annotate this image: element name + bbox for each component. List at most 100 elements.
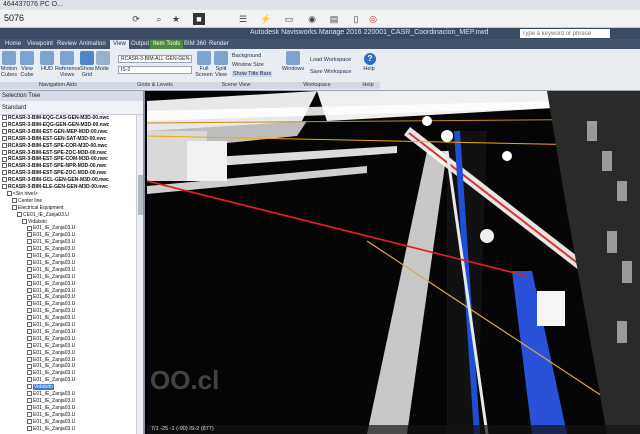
tree-node-icon[interactable] xyxy=(2,122,7,128)
tree-row[interactable]: Vidalsito xyxy=(22,219,47,226)
tree-row[interactable]: RCASR-3-BIM-ELE-GEN-GEN-M3D-00.nwc xyxy=(2,184,108,191)
tree-row[interactable]: E01_IE_Zanja03.U xyxy=(27,329,75,336)
tree-node-icon[interactable] xyxy=(27,266,32,272)
tree-row[interactable]: E01_IE_Zanja03.U xyxy=(27,288,75,295)
tab-view[interactable]: View xyxy=(110,40,129,49)
url-text[interactable]: 5076 xyxy=(4,13,24,23)
tree-node-icon[interactable] xyxy=(27,301,32,307)
tree-row[interactable]: RCASR-3-BIM-EST-GEN-SAT-M3D-00.nwc xyxy=(2,136,106,143)
tree-row[interactable]: E01_IE_Zanja03.U xyxy=(27,260,75,267)
extension-icon[interactable]: ■ xyxy=(193,13,205,25)
tree-node-icon[interactable] xyxy=(27,404,32,410)
tree-row[interactable]: E01_IE_Zanja03.U xyxy=(27,315,75,322)
load-workspace-button[interactable]: Load Workspace xyxy=(310,57,351,63)
tree-row[interactable]: E01_IE_Zanja03.U xyxy=(27,350,75,357)
tree-node-icon[interactable] xyxy=(27,391,32,397)
chat-icon[interactable]: ☰ xyxy=(237,13,249,25)
star-icon[interactable]: ★ xyxy=(170,13,182,25)
refresh-icon[interactable]: ⟳ xyxy=(130,13,142,25)
motion-cubes-icon[interactable] xyxy=(2,51,16,65)
tree-node-icon[interactable] xyxy=(27,342,32,348)
tree-row[interactable]: Vidalsito xyxy=(27,384,54,391)
tree-row[interactable]: E01_IE_Zanja03.U xyxy=(27,370,75,377)
tree-row[interactable]: RCASR-3-BIM-EST-SPE-NPR-M3D-00.nwc xyxy=(2,163,107,170)
tree-row[interactable]: E01_IE_Zanja03.U xyxy=(27,253,75,260)
tree-node-icon[interactable] xyxy=(27,411,32,417)
3d-viewport[interactable] xyxy=(147,91,640,434)
tree-node-icon[interactable] xyxy=(27,349,32,355)
tab-item-tools[interactable]: Item Tools xyxy=(150,40,184,49)
tree-node-icon[interactable] xyxy=(27,232,32,238)
tree-node-icon[interactable] xyxy=(2,135,7,141)
tree-row[interactable]: E01_IE_Zanja03.U xyxy=(27,232,75,239)
tree-node-icon[interactable] xyxy=(27,377,32,383)
tree-row[interactable]: E01_IE_Zanja03.U xyxy=(27,294,75,301)
tree-row[interactable]: RCASR-3-BIM-EST-SPE-COR-M3D-00.nwc xyxy=(2,143,107,150)
tree-node-icon[interactable] xyxy=(2,149,7,155)
tree-row[interactable]: E01_IE_Zanja03.U xyxy=(27,357,75,364)
tree-node-icon[interactable] xyxy=(27,335,32,341)
tree-node-icon[interactable] xyxy=(27,253,32,259)
tree-row[interactable]: RCASR-3-BIM-EST-GEN-MEP-M3D-00.nwc xyxy=(2,129,108,136)
tree-row[interactable]: E01_IE_Zanja03.U xyxy=(27,301,75,308)
search-icon[interactable]: ⌕ xyxy=(153,13,165,25)
tree-node-icon[interactable] xyxy=(2,177,7,183)
mode-icon[interactable] xyxy=(96,51,110,65)
tab-animation[interactable]: Animation xyxy=(76,40,109,49)
help-icon[interactable]: ? xyxy=(364,53,376,65)
tree-node-icon[interactable] xyxy=(27,260,32,266)
tree-node-icon[interactable] xyxy=(27,315,32,321)
tree-node-icon[interactable] xyxy=(27,398,32,404)
tablet-icon[interactable]: ▯ xyxy=(350,13,362,25)
tree-node-icon[interactable] xyxy=(27,246,32,252)
tab-render[interactable]: Render xyxy=(206,40,232,49)
reference-views-icon[interactable] xyxy=(60,51,74,65)
tree-node-icon[interactable] xyxy=(2,128,7,134)
tree-row[interactable]: RCASR-3-BIM-EQG-GEN-GEN-M3D-00.nwc xyxy=(2,122,109,129)
tree-node-icon[interactable] xyxy=(27,356,32,362)
tree-row[interactable]: RCASR-3-BIM-EST-SPE-ZOC-M3D-00.nwc xyxy=(2,150,107,157)
tree-row[interactable]: <Sin nivel> xyxy=(7,191,38,198)
tree-node-icon[interactable] xyxy=(27,273,32,279)
level-combo[interactable]: IS-2 xyxy=(118,66,192,74)
tree-row[interactable]: E01_IE_Zanja03.U xyxy=(27,246,75,253)
tree-row[interactable]: E01_IE_Zanja03.U xyxy=(27,308,75,315)
tree-node-icon[interactable] xyxy=(27,308,32,314)
tree-node-icon[interactable] xyxy=(27,294,32,300)
scrollbar-thumb[interactable] xyxy=(138,175,143,215)
tree-node-icon[interactable] xyxy=(27,363,32,369)
grid-combo[interactable]: RCASR-3-BIM-ALL-GEN-GEN-... xyxy=(118,55,192,63)
show-grid-icon[interactable] xyxy=(80,51,94,65)
windows-icon[interactable] xyxy=(286,51,300,65)
show-title-bars-button[interactable]: Show Title Bars xyxy=(232,71,273,77)
doc-icon[interactable]: ▤ xyxy=(328,13,340,25)
keyboard-icon[interactable]: ▭ xyxy=(283,13,295,25)
tree-row[interactable]: RCASR-3-BIM-EQG-CAS-GEN-M3D-00.nwc xyxy=(2,115,109,122)
tree-node-icon[interactable] xyxy=(17,211,22,217)
tree-row[interactable]: E01_IE_Zanja03.U xyxy=(27,405,75,412)
tree-node-icon[interactable] xyxy=(27,384,32,390)
lightning-icon[interactable]: ⚡ xyxy=(260,13,272,25)
tab-viewpoint[interactable]: Viewpoint xyxy=(24,40,56,49)
tree-row[interactable]: E01_IE_Zanja03.U xyxy=(27,322,75,329)
tree-node-icon[interactable] xyxy=(27,418,32,424)
record-icon[interactable]: ◎ xyxy=(367,13,379,25)
tree-row[interactable]: Electrical Equipment xyxy=(12,205,64,212)
tree-node-icon[interactable] xyxy=(27,239,32,245)
tree-row[interactable]: E01_IE_Zanja03.U xyxy=(27,336,75,343)
tree-row[interactable]: E01_IE_Zanja03.U xyxy=(27,426,75,433)
tree-row[interactable]: Center line xyxy=(12,198,42,205)
tree-node-icon[interactable] xyxy=(27,225,32,231)
tree-row[interactable]: E01_IE_Zanja03.U xyxy=(27,274,75,281)
view-cube-icon[interactable] xyxy=(20,51,34,65)
tree-row[interactable]: CE01_IE_Zanja03.U xyxy=(17,212,69,219)
tree-node-icon[interactable] xyxy=(27,287,32,293)
help-search-input[interactable] xyxy=(520,29,610,38)
wifi-icon[interactable]: ◉ xyxy=(306,13,318,25)
tree-view-dropdown[interactable]: Standard xyxy=(0,101,143,115)
tree-node-icon[interactable] xyxy=(27,280,32,286)
tree-node-icon[interactable] xyxy=(7,191,12,197)
tree-row[interactable]: E01_IE_Zanja03.U xyxy=(27,343,75,350)
tree-node-icon[interactable] xyxy=(2,115,7,121)
tree-row[interactable]: RCASR-3-BIM-GCL-GEN-GEN-M3D-00.nwc xyxy=(2,177,109,184)
